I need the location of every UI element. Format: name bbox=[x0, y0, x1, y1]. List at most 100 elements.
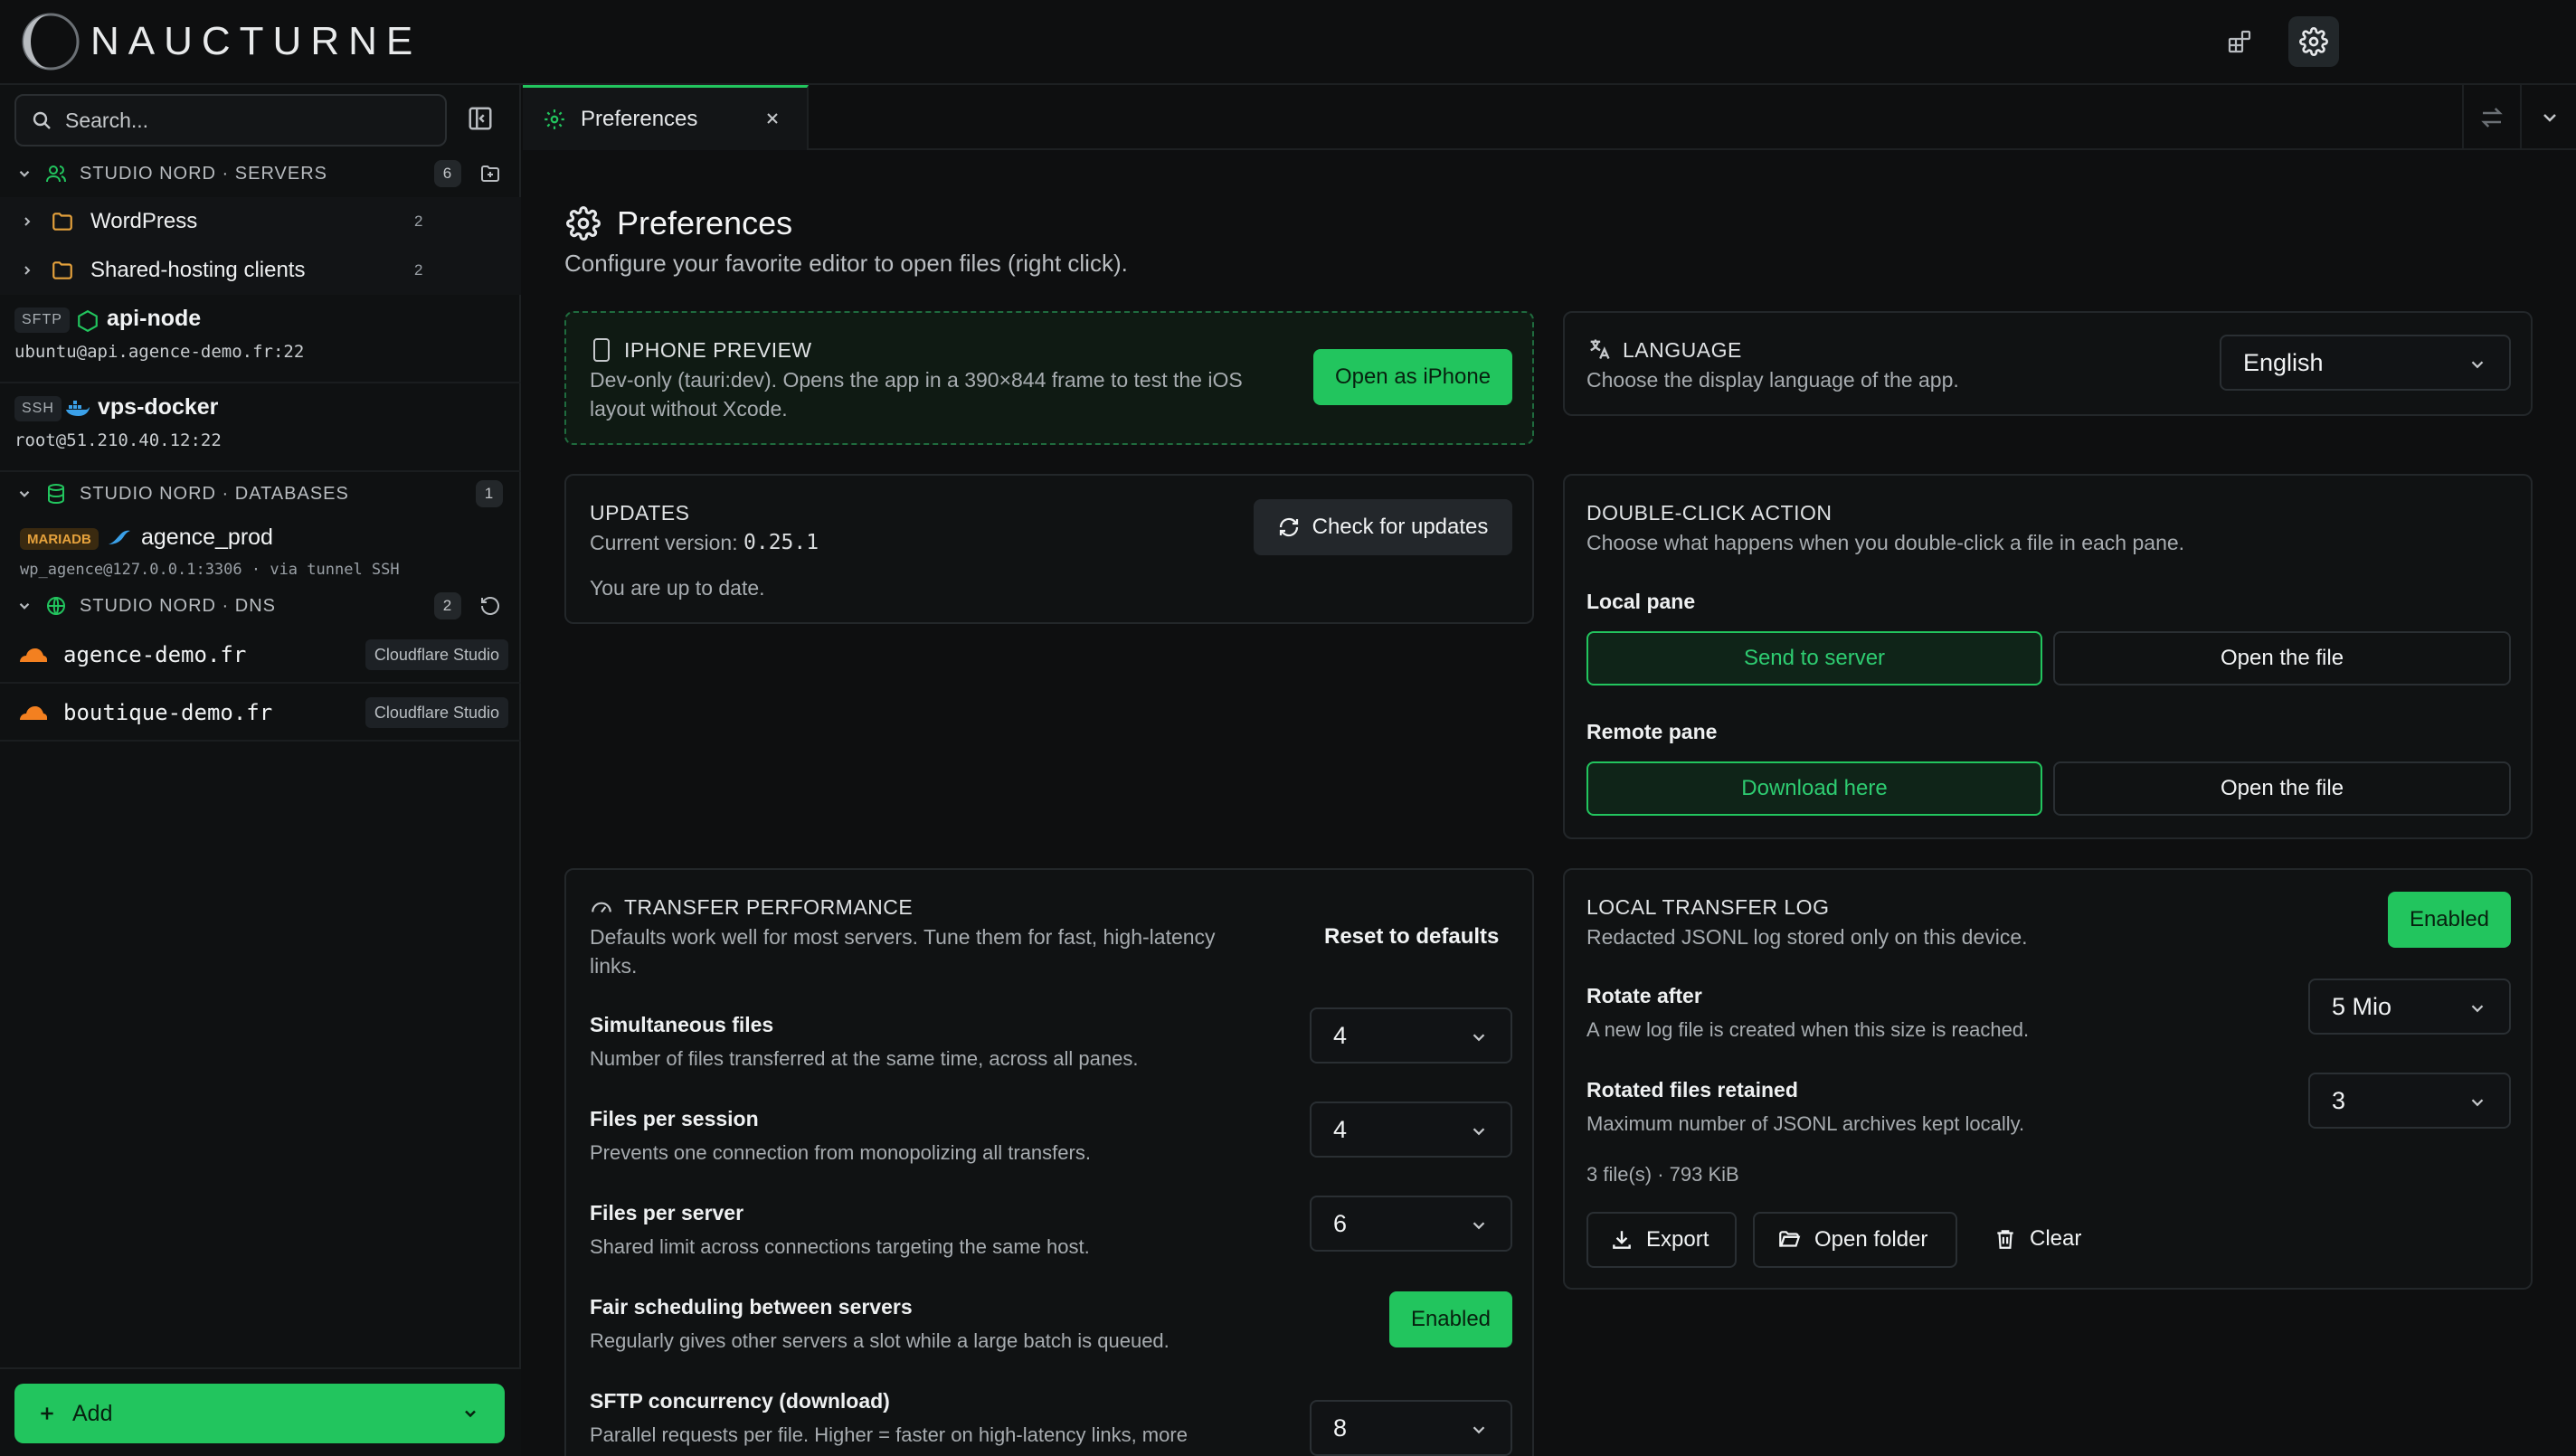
globe-icon bbox=[47, 597, 65, 615]
tab-preferences[interactable]: Preferences bbox=[523, 85, 809, 150]
rotated-files-desc: Maximum number of JSONL archives kept lo… bbox=[1586, 1112, 2025, 1135]
dns-domain: agence-demo.fr bbox=[63, 642, 247, 667]
export-label: Export bbox=[1646, 1227, 1709, 1252]
log-summary: 3 file(s) · 793 KiB bbox=[1586, 1163, 1739, 1186]
docker-icon bbox=[66, 401, 90, 416]
transfer-log-toggle[interactable]: Enabled bbox=[2388, 892, 2511, 948]
rotate-after-title: Rotate after bbox=[1586, 984, 1702, 1007]
dns-domain: boutique-demo.fr bbox=[63, 700, 273, 725]
updates-status: You are up to date. bbox=[590, 576, 765, 600]
swap-panes-button[interactable] bbox=[2462, 85, 2520, 150]
add-folder-icon[interactable] bbox=[479, 163, 501, 184]
group-servers-label: STUDIO NORD · SERVERS bbox=[80, 163, 327, 184]
group-dns[interactable]: STUDIO NORD · DNS 2 bbox=[0, 586, 521, 626]
fair-scheduling-desc: Regularly gives other servers a slot whi… bbox=[590, 1329, 1170, 1352]
server-address: ubuntu@api.agence-demo.fr:22 bbox=[14, 342, 305, 362]
server-item-vps-docker[interactable]: SSH vps-docker root@51.210.40.12:22 bbox=[0, 385, 521, 472]
chevron-right-icon bbox=[24, 217, 31, 226]
remote-open-file-option[interactable]: Open the file bbox=[2053, 761, 2511, 816]
updates-card: UPDATES Current version: 0.25.1 You are … bbox=[564, 474, 1534, 624]
updates-title: UPDATES bbox=[590, 501, 690, 525]
app-logo: NAUCTURNE bbox=[20, 11, 421, 72]
collapse-sidebar-button[interactable] bbox=[467, 105, 494, 132]
chevron-down-icon bbox=[2471, 1099, 2484, 1107]
open-log-folder-button[interactable]: Open folder bbox=[1753, 1212, 1957, 1268]
group-databases-label: STUDIO NORD · DATABASES bbox=[80, 483, 349, 504]
language-desc: Choose the display language of the app. bbox=[1586, 368, 1959, 392]
local-open-file-option[interactable]: Open the file bbox=[2053, 631, 2511, 685]
language-card: LANGUAGE Choose the display language of … bbox=[1563, 311, 2533, 416]
dns-provider-tag: Cloudflare Studio bbox=[365, 639, 508, 670]
remote-download-here-option[interactable]: Download here bbox=[1586, 761, 2042, 816]
settings-button[interactable] bbox=[2288, 16, 2339, 67]
local-send-to-server-option[interactable]: Send to server bbox=[1586, 631, 2042, 685]
group-dns-count: 2 bbox=[434, 592, 461, 619]
double-click-title: DOUBLE-CLICK ACTION bbox=[1586, 501, 1833, 525]
files-per-session-value: 4 bbox=[1333, 1115, 1348, 1143]
chevron-down-icon bbox=[1473, 1128, 1485, 1136]
server-address: root@51.210.40.12:22 bbox=[14, 430, 222, 450]
search-icon bbox=[33, 111, 51, 129]
download-icon bbox=[1613, 1231, 1631, 1249]
dns-provider-tag: Cloudflare Studio bbox=[365, 697, 508, 728]
folder-count: 2 bbox=[414, 213, 423, 230]
check-for-updates-button[interactable]: Check for updates bbox=[1254, 499, 1512, 555]
gauge-icon bbox=[592, 902, 611, 913]
remote-pane-label: Remote pane bbox=[1586, 720, 1718, 743]
simultaneous-files-title: Simultaneous files bbox=[590, 1013, 774, 1036]
group-databases[interactable]: STUDIO NORD · DATABASES 1 bbox=[0, 474, 521, 514]
tab-menu-button[interactable] bbox=[2520, 85, 2576, 150]
files-per-session-desc: Prevents one connection from monopolizin… bbox=[590, 1141, 1091, 1164]
language-title: LANGUAGE bbox=[1623, 338, 1742, 362]
gear-icon bbox=[2299, 27, 2328, 56]
folder-name: WordPress bbox=[90, 209, 198, 233]
files-per-server-select[interactable]: 6 bbox=[1310, 1196, 1512, 1252]
add-bar: Add bbox=[0, 1367, 521, 1456]
updates-version: 0.25.1 bbox=[743, 531, 819, 554]
sftp-concurrency-title: SFTP concurrency (download) bbox=[590, 1389, 890, 1413]
files-per-session-select[interactable]: 4 bbox=[1310, 1101, 1512, 1158]
dns-item-agence-demo[interactable]: agence-demo.fr Cloudflare Studio bbox=[0, 628, 521, 684]
protocol-badge: SSH bbox=[14, 396, 62, 421]
open-as-iphone-button[interactable]: Open as iPhone bbox=[1313, 349, 1512, 405]
chevron-down-icon bbox=[19, 490, 30, 497]
app-name: NAUCTURNE bbox=[90, 19, 422, 63]
sftp-concurrency-select[interactable]: 8 bbox=[1310, 1400, 1512, 1456]
simultaneous-files-desc: Number of files transferred at the same … bbox=[590, 1047, 1139, 1070]
files-per-server-title: Files per server bbox=[590, 1201, 744, 1224]
clear-log-button[interactable]: Clear bbox=[1994, 1226, 2081, 1252]
search-input[interactable] bbox=[65, 108, 409, 133]
close-icon[interactable] bbox=[763, 109, 781, 128]
sftp-concurrency-value: 8 bbox=[1333, 1413, 1348, 1442]
language-select[interactable]: English bbox=[2220, 335, 2511, 391]
reset-to-defaults-button[interactable]: Reset to defaults bbox=[1324, 924, 1499, 950]
top-bar: NAUCTURNE bbox=[0, 0, 2576, 85]
export-log-button[interactable]: Export bbox=[1586, 1212, 1737, 1268]
database-item-agence-prod[interactable]: MARIADB agence_prod wp_agence@127.0.0.1:… bbox=[0, 515, 521, 588]
server-name: api-node bbox=[107, 306, 202, 331]
tab-label: Preferences bbox=[581, 106, 698, 131]
smartphone-icon bbox=[593, 338, 610, 362]
language-value: English bbox=[2243, 348, 2324, 376]
search-box[interactable] bbox=[14, 94, 447, 147]
transfer-log-card: LOCAL TRANSFER LOG Redacted JSONL log st… bbox=[1563, 868, 2533, 1290]
folder-wordpress[interactable]: WordPress 2 bbox=[0, 197, 521, 246]
files-per-server-desc: Shared limit across connections targetin… bbox=[590, 1235, 1090, 1258]
transfer-desc-line1: Defaults work well for most servers. Tun… bbox=[590, 925, 1216, 949]
rotate-after-select[interactable]: 5 Mio bbox=[2308, 979, 2511, 1035]
cloudflare-icon bbox=[20, 648, 47, 662]
layout-button[interactable] bbox=[2214, 16, 2265, 67]
chevron-down-icon bbox=[2543, 114, 2556, 122]
folder-shared-hosting[interactable]: Shared-hosting clients 2 bbox=[0, 246, 521, 295]
transfer-desc-line2: links. bbox=[590, 954, 638, 978]
server-item-api-node[interactable]: SFTP api-node ubuntu@api.agence-demo.fr:… bbox=[0, 297, 521, 383]
page-header: Preferences bbox=[566, 204, 792, 242]
protocol-badge: SFTP bbox=[14, 307, 70, 333]
dns-item-boutique-demo[interactable]: boutique-demo.fr Cloudflare Studio bbox=[0, 685, 521, 742]
group-servers[interactable]: STUDIO NORD · SERVERS 6 bbox=[0, 154, 521, 194]
simultaneous-files-select[interactable]: 4 bbox=[1310, 1007, 1512, 1064]
refresh-icon[interactable] bbox=[479, 595, 501, 617]
fair-scheduling-toggle[interactable]: Enabled bbox=[1389, 1291, 1512, 1347]
add-button[interactable]: Add bbox=[14, 1384, 505, 1443]
rotated-files-select[interactable]: 3 bbox=[2308, 1073, 2511, 1129]
